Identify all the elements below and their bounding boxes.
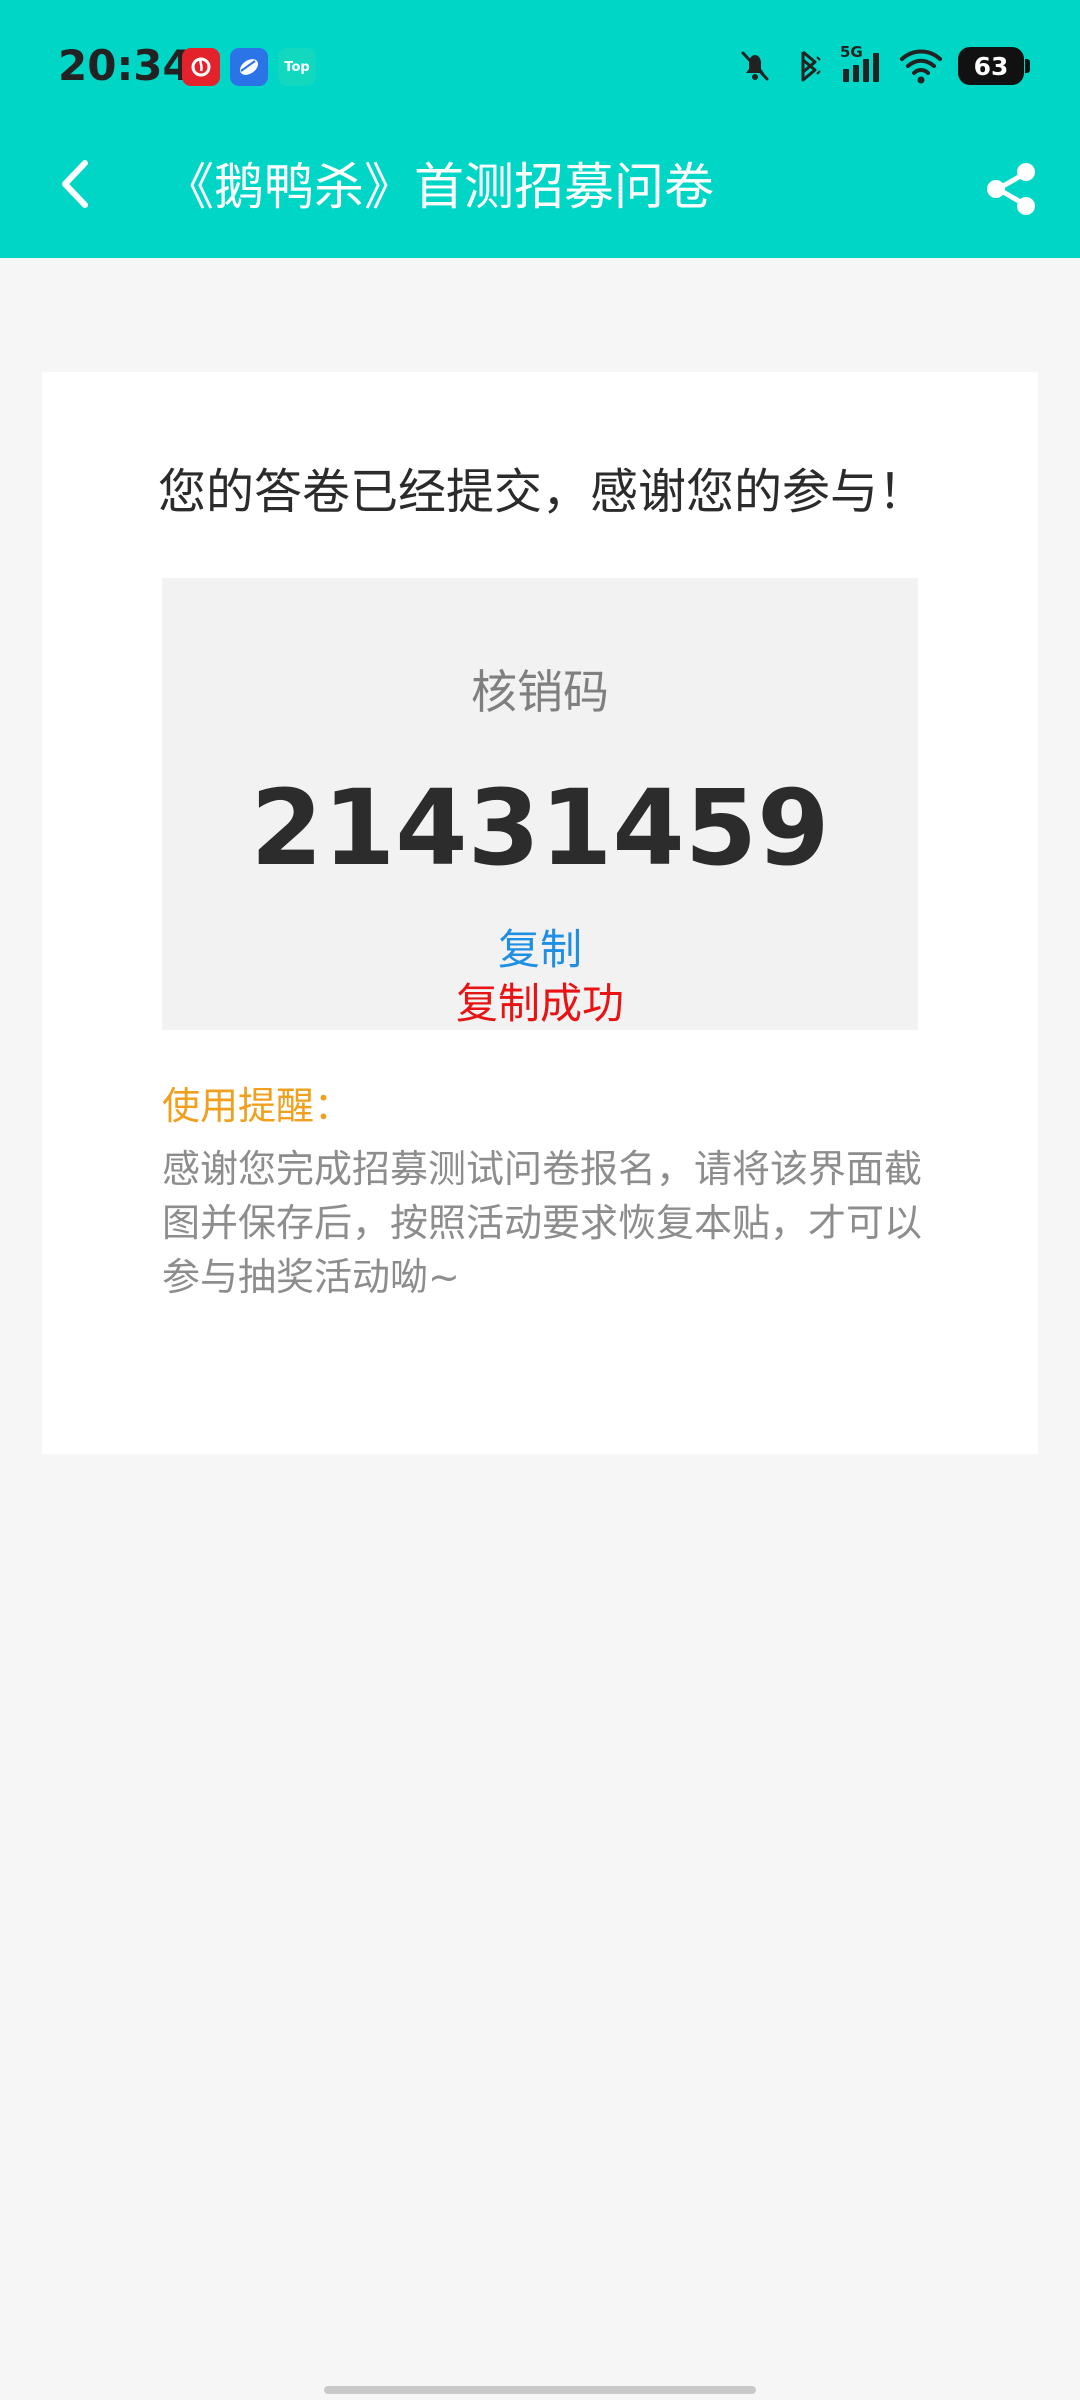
mute-bell-icon bbox=[741, 51, 769, 81]
cellular-signal-indicator: 5G bbox=[840, 43, 884, 87]
submission-card: 您的答卷已经提交，感谢您的参与！ 核销码 21431459 复制 复制成功 使用… bbox=[42, 372, 1038, 1454]
status-bar: 20:34 Top 5G 63 bbox=[0, 0, 1080, 132]
verification-code-box: 核销码 21431459 复制 复制成功 bbox=[162, 578, 918, 1030]
home-indicator[interactable] bbox=[324, 2386, 756, 2394]
share-button[interactable] bbox=[976, 154, 1046, 224]
battery-indicator: 63 bbox=[958, 47, 1030, 85]
wifi-icon bbox=[900, 49, 942, 84]
copy-success-message: 复制成功 bbox=[455, 979, 624, 1028]
back-button[interactable] bbox=[44, 152, 108, 216]
system-status-icons: 5G 63 bbox=[734, 42, 1030, 90]
notification-app-icons: Top bbox=[182, 48, 316, 86]
bluetooth-icon bbox=[801, 50, 821, 82]
cloud-logo-icon bbox=[239, 59, 259, 75]
top-header: 20:34 Top 5G 63 《鹅鸭杀》首测招募问卷 bbox=[0, 0, 1080, 258]
thanks-message: 您的答卷已经提交，感谢您的参与！ bbox=[158, 464, 927, 520]
status-time: 20:34 bbox=[58, 41, 192, 90]
music-logo-icon bbox=[191, 57, 211, 77]
usage-tip-text: 感谢您完成招募测试问卷报名，请将该界面截图并保存后，按照活动要求恢复本贴，才可以… bbox=[162, 1147, 923, 1299]
top-app-icon: Top bbox=[278, 48, 316, 86]
copy-code-button[interactable]: 复制 bbox=[480, 922, 600, 978]
netease-cloud-music-icon bbox=[182, 48, 220, 86]
cloud-app-icon bbox=[230, 48, 268, 86]
share-icon bbox=[987, 163, 1035, 215]
back-arrow-icon bbox=[62, 160, 88, 208]
usage-tip-title: 使用提醒： bbox=[162, 1084, 353, 1128]
network-type-label: 5G bbox=[840, 43, 863, 61]
verification-code-value: 21431459 bbox=[250, 767, 830, 889]
verification-code-label: 核销码 bbox=[471, 665, 609, 719]
app-bar: 《鹅鸭杀》首测招募问卷 bbox=[0, 132, 1080, 258]
page-title: 《鹅鸭杀》首测招募问卷 bbox=[164, 158, 714, 216]
